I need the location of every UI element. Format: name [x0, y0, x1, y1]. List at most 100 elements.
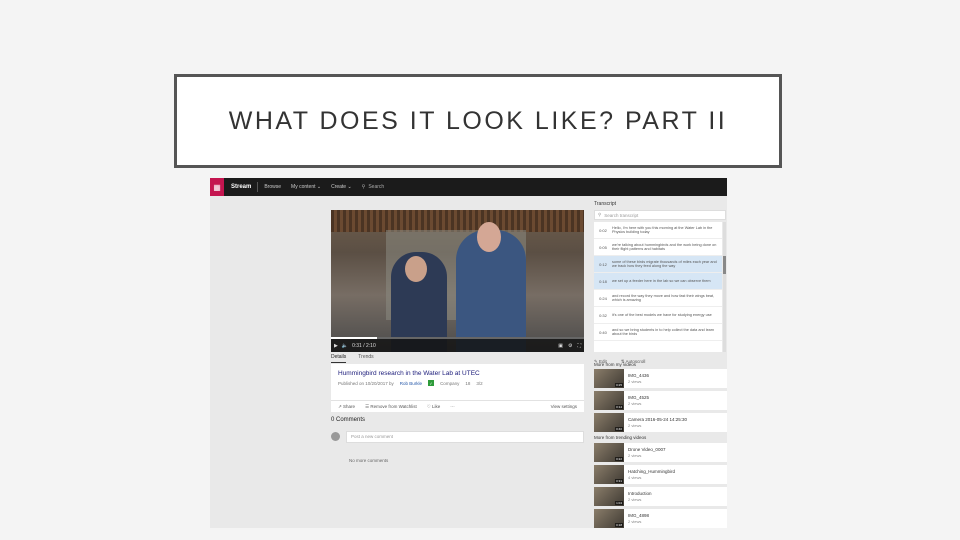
video-card[interactable]: 0:18 IMG_4898 2 views [594, 509, 727, 528]
top-bar: ▦ Stream Browse My content ⌄ Create ⌄ ⚲ … [210, 178, 727, 196]
video-details: Hummingbird research in the Water Lab at… [331, 364, 584, 400]
video-tabs: Details Trends [331, 354, 584, 363]
published-text: Published on 10/20/2017 by [338, 380, 394, 386]
transcript-row[interactable]: 0:18 we set up a feeder here in the lab s… [594, 273, 722, 290]
video-frame-head-left [405, 256, 427, 282]
video-card-views: 2 views [628, 497, 642, 502]
video-card-title[interactable]: IMG_4525 [628, 395, 649, 400]
tab-details[interactable]: Details [331, 354, 347, 363]
nav-browse[interactable]: Browse [264, 184, 281, 190]
transcript-text: some of these birds migrate thousands of… [612, 259, 717, 269]
nav-my-content[interactable]: My content ⌄ [291, 184, 321, 190]
transcript-time: 0:12 [599, 261, 607, 267]
video-frame-head-right [477, 222, 501, 252]
transcript-time: 0:18 [599, 278, 607, 284]
video-card-views: 2 views [628, 519, 642, 524]
settings-icon[interactable]: ⚙ [568, 343, 572, 349]
comment-composer: Post a new comment [331, 430, 584, 443]
comment-input[interactable]: Post a new comment [346, 430, 584, 443]
no-comments-text: No more comments [349, 458, 389, 463]
transcript-list: 0:02 Hello, I'm here with you this mornin… [594, 222, 722, 352]
related-heading: More from my videos [594, 362, 637, 367]
tab-trends[interactable]: Trends [358, 354, 373, 363]
trending-heading: More from trending videos [594, 435, 647, 440]
video-card[interactable]: 0:31 Hatching_Hummingbird 4 views [594, 465, 727, 484]
video-thumbnail[interactable]: 0:18 [594, 509, 624, 528]
view-count: 18 [465, 380, 471, 386]
transcript-row[interactable]: 0:40 and so we bring students in to help … [594, 324, 722, 341]
transcript-row[interactable]: 0:05 we're talking about hummingbirds and… [594, 239, 722, 256]
video-card-info: Hatching_Hummingbird 4 views [628, 469, 675, 480]
video-card-info: IMG_4525 2 views [628, 395, 649, 406]
search-icon: ⚲ [361, 184, 366, 190]
slide-title-box: WHAT DOES IT LOOK LIKE? PART II [174, 74, 782, 168]
video-thumbnail[interactable]: 0:22 [594, 443, 624, 462]
video-card[interactable]: 1:04 Introduction 2 views [594, 487, 727, 506]
play-icon[interactable]: ▶ [334, 343, 338, 349]
video-card[interactable]: 0:22 Drone Video_0007 2 views [594, 443, 727, 462]
video-card-title[interactable]: Hatching_Hummingbird [628, 469, 675, 474]
video-card-title[interactable]: Camera 2016-05-24 14:25:30 [628, 417, 687, 422]
transcript-text: and so we bring students in to help coll… [612, 327, 715, 337]
video-card[interactable]: 0:14 IMG_4525 2 views [594, 391, 727, 410]
view-settings-button[interactable]: View settings [551, 404, 577, 409]
transcript-time: 0:40 [599, 329, 607, 335]
video-thumbnail[interactable]: 0:25 [594, 369, 624, 388]
video-thumbnail[interactable]: 0:14 [594, 391, 624, 410]
volume-icon[interactable]: 🔈 [342, 343, 348, 349]
duration-badge: 0:31 [615, 479, 623, 483]
transcript-row[interactable]: 0:02 Hello, I'm here with you this mornin… [594, 222, 722, 239]
stream-screenshot: ▦ Stream Browse My content ⌄ Create ⌄ ⚲ … [210, 178, 727, 528]
transcript-text: and record the way they move and how fas… [612, 293, 715, 303]
duration-badge: 0:18 [615, 523, 623, 527]
video-frame-shelf [331, 210, 584, 232]
transcript-row[interactable]: 0:12 some of these birds migrate thousand… [594, 256, 722, 273]
video-thumbnail[interactable]: 0:40 [594, 413, 624, 432]
duration-badge: 1:04 [615, 501, 623, 505]
search-box[interactable]: ⚲ Search [362, 184, 385, 190]
video-player[interactable]: ▶ 🔈 0:31 / 2:10 ▣ ⚙ ⛶ [331, 210, 584, 352]
player-controls: ▶ 🔈 0:31 / 2:10 ▣ ⚙ ⛶ [331, 339, 584, 352]
nav-create[interactable]: Create ⌄ [331, 184, 352, 190]
watchlist-button[interactable]: ☰ Remove from Watchlist [365, 404, 417, 410]
scrollbar-thumb[interactable] [723, 256, 726, 274]
video-card[interactable]: 0:25 IMG_4436 2 views [594, 369, 727, 388]
share-button[interactable]: ↗ Share [338, 404, 355, 410]
video-card-views: 2 views [628, 379, 642, 384]
video-card-info: Drone Video_0007 2 views [628, 447, 665, 458]
video-title: Hummingbird research in the Water Lab at… [338, 370, 480, 377]
transcript-title: Transcript [594, 201, 617, 207]
video-card-views: 4 views [628, 475, 642, 480]
video-card-title[interactable]: IMG_4436 [628, 373, 649, 378]
fullscreen-icon[interactable]: ⛶ [577, 343, 581, 349]
video-thumbnail[interactable]: 0:31 [594, 465, 624, 484]
search-placeholder: Search [368, 184, 385, 190]
video-card[interactable]: 0:40 Camera 2016-05-24 14:25:30 2 views [594, 413, 727, 432]
video-card-info: Camera 2016-05-24 14:25:30 2 views [628, 417, 687, 428]
transcript-search-input[interactable]: ⚲ Search transcript [594, 210, 726, 220]
video-card-info: IMG_4898 2 views [628, 513, 649, 524]
search-icon: ⚲ [598, 212, 602, 217]
transcript-text: Hello, I'm here with you this morning at… [612, 225, 713, 235]
like-button[interactable]: ♡ Like [427, 404, 441, 410]
video-card-title[interactable]: Drone Video_0007 [628, 447, 665, 452]
transcript-text: we're talking about hummingbirds and the… [612, 242, 717, 252]
check-icon: ✓ [428, 380, 435, 386]
video-card-title[interactable]: IMG_4898 [628, 513, 649, 518]
waffle-grid-icon[interactable]: ▦ [210, 178, 224, 196]
divider [257, 182, 259, 192]
time-readout: 0:31 / 2:10 [352, 342, 376, 349]
author-link[interactable]: Rob Burkle [400, 381, 422, 386]
captions-icon[interactable]: ▣ [558, 343, 563, 349]
brand-name[interactable]: Stream [231, 184, 251, 190]
like-count: 3/2 [476, 380, 483, 386]
transcript-row[interactable]: 0:32 it's one of the best models we have … [594, 307, 722, 324]
transcript-search-placeholder: Search transcript [604, 212, 639, 218]
more-button[interactable]: ··· [450, 404, 455, 409]
watchlist-icon: ☰ [365, 403, 370, 409]
video-card-title[interactable]: Introduction [628, 491, 652, 496]
transcript-row[interactable]: 0:24 and record the way they move and how… [594, 290, 722, 307]
comments-heading: 0 Comments [331, 417, 366, 423]
video-thumbnail[interactable]: 1:04 [594, 487, 624, 506]
transcript-scrollbar[interactable] [723, 222, 726, 352]
